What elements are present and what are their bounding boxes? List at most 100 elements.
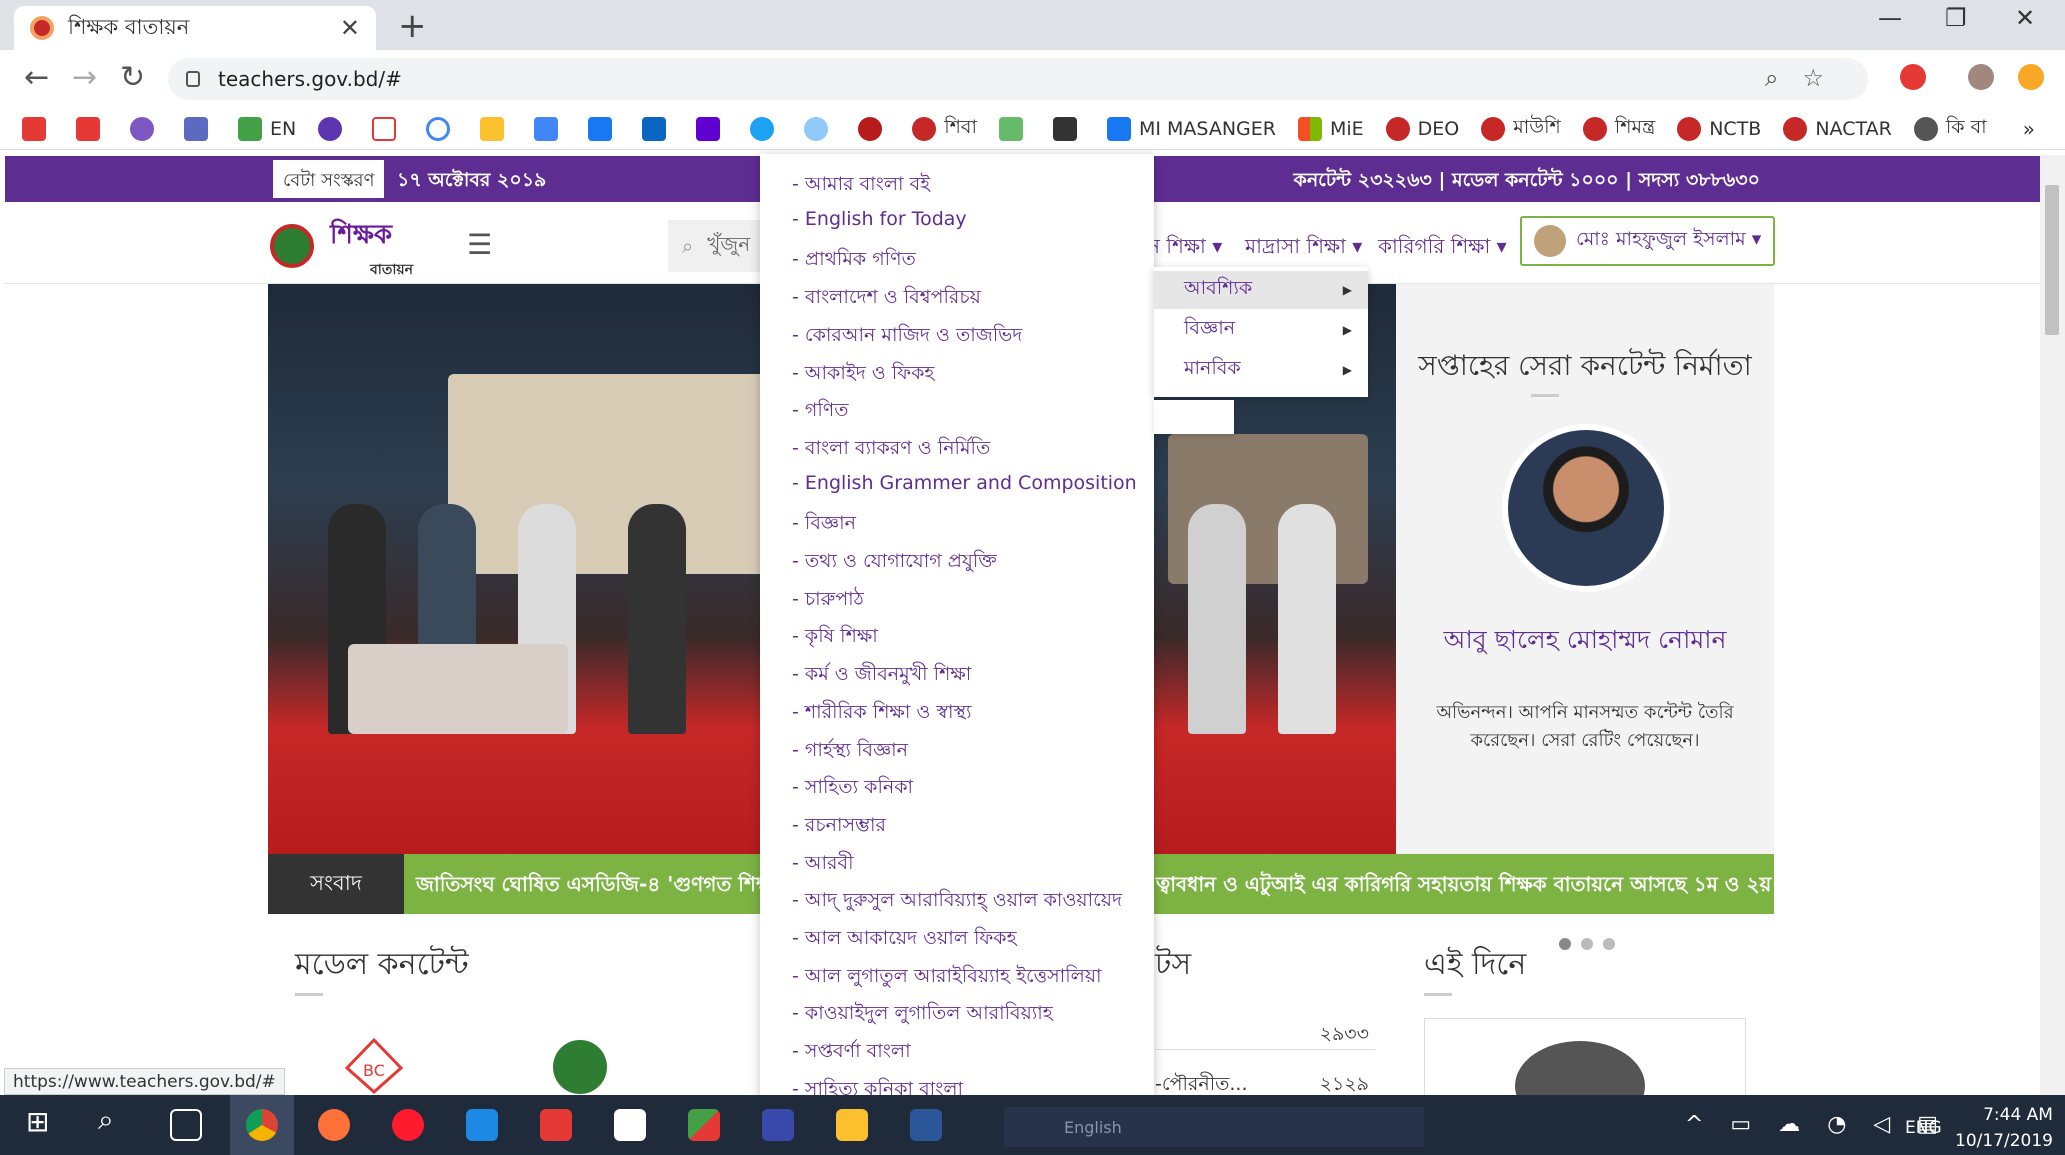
dropdown-item[interactable]: - কৃষি শিক্ষা [792,622,878,654]
submenu-item-compulsory[interactable]: আবশ্যিক ▶ [1154,271,1368,309]
file-explorer-icon[interactable] [836,1109,868,1141]
store-icon[interactable] [614,1109,646,1141]
dropdown-item[interactable]: - আল লুগাতুল আরাইবিয়্যাহ ইত্তেসালিয়া [792,962,1102,994]
bookmark-globe[interactable] [130,116,162,141]
nav-madrasa-education[interactable]: মাদ্রাসা শিক্ষা ▾ [1245,232,1362,265]
dropdown-item[interactable]: - আল আকায়েদ ওয়াল ফিকহ [792,924,1017,956]
bookmark-link[interactable] [804,116,836,141]
restore-icon[interactable]: ❐ [1945,4,1967,32]
dropdown-item[interactable]: - সপ্তবর্ণা বাংলা [792,1037,911,1069]
bookmark-app[interactable] [184,116,216,141]
submenu-item-science[interactable]: বিজ্ঞান ▶ [1154,311,1368,349]
sync-app-icon[interactable] [466,1109,498,1141]
carousel-dot[interactable] [1603,938,1615,950]
new-tab-button[interactable]: + [398,6,427,46]
scrollbar-thumb[interactable] [2045,185,2059,335]
dropdown-item[interactable]: - বাংলাদেশ ও বিশ্বপরিচয় [792,283,981,315]
anydesk-icon[interactable] [540,1109,572,1141]
this-day-image[interactable] [1424,1018,1746,1095]
forward-icon[interactable]: → [72,60,97,95]
back-icon[interactable]: ← [24,60,49,95]
bookmark-translate[interactable] [534,116,566,141]
bookmark-mie[interactable]: MiE [1297,116,1364,141]
submenu-item-humanities[interactable]: মানবিক ▶ [1154,351,1368,389]
dropdown-item[interactable]: - আকাইদ ও ফিকহ [792,359,934,391]
firefox-icon[interactable] [318,1109,350,1141]
bookmark-drive[interactable] [480,116,512,141]
bookmark-twitter[interactable] [750,116,782,141]
news-headline-2[interactable]: ত্বাবধান ও এটুআই এর কারিগরি সহায়তায় শি… [1156,870,1774,903]
dropdown-item[interactable]: - কর্ম ও জীবনমুখী শিক্ষা [792,660,971,692]
dropdown-item[interactable]: - English for Today [792,208,967,230]
dropdown-item[interactable]: - সাহিত্য কনিকা বাংলা [792,1075,963,1095]
bookmark-apps[interactable] [1052,116,1085,141]
dropdown-item[interactable]: - তথ্য ও যোগাযোগ প্রযুক্তি [792,547,997,579]
page-scrollbar[interactable] [2040,155,2065,1095]
dropdown-item[interactable]: - আরবী [792,849,854,881]
dropdown-item[interactable]: - English Grammer and Composition [792,472,1137,494]
close-window-icon[interactable]: ✕ [2015,4,2035,32]
chrome-icon[interactable] [246,1109,278,1141]
bookmark-deo[interactable]: DEO [1385,116,1459,141]
bookmark-star-icon[interactable]: ☆ [1802,64,1848,92]
bookmark-yahoo[interactable] [696,116,728,141]
taskbar-clock[interactable]: 7:44 AM 10/17/2019 [1955,1102,2053,1154]
nav-technical-education[interactable]: কারিগরি শিক্ষা ▾ [1378,232,1507,265]
nav-general-education[interactable]: ন শিক্ষা ▾ [1148,232,1222,265]
bookmark-linkedin[interactable] [642,116,674,141]
update-alert-icon[interactable] [2018,64,2044,90]
notice-row[interactable]: ২৯৩৩ [1155,1012,1375,1050]
bookmark-nactar[interactable]: NACTAR [1783,116,1892,141]
address-bar[interactable]: teachers.gov.bd/# ⌕☆ [168,58,1868,100]
bookmark-nctb[interactable]: NCTB [1677,116,1761,141]
abc-icon[interactable]: BC [344,1037,404,1095]
dropdown-item[interactable]: - আমার বাংলা বই [792,170,930,202]
carousel-dot[interactable] [1559,938,1571,950]
word-icon[interactable] [910,1109,942,1141]
bookmark-facebook[interactable] [588,116,620,141]
bookmark-shield[interactable] [858,116,890,141]
reload-icon[interactable]: ↻ [120,60,145,95]
language-bar[interactable]: English [1004,1107,1424,1147]
dropdown-item[interactable]: - বাংলা ব্যাকরণ ও নির্মিতি [792,434,990,466]
dropdown-item[interactable]: - রচনাসম্ভার [792,811,886,843]
task-view-icon[interactable] [170,1109,202,1141]
globe-icon[interactable] [553,1040,607,1094]
close-tab-icon[interactable]: ✕ [340,14,360,42]
dropdown-item[interactable]: - কাওয়াইদুল লুগাতিল আরাবিয়্যাহ [792,999,1053,1031]
dropdown-item[interactable]: - কোরআন মাজিদ ও তাজভিদ [792,321,1022,353]
bookmark-gmail[interactable] [372,116,404,141]
notice-row[interactable]: -পৌরনীত... ২১২৯ [1155,1062,1375,1095]
creator-name[interactable]: আবু ছালেহ মোহাম্মদ নোমান [1436,624,1734,656]
site-logo[interactable]: শিক্ষক বাতায়ন [330,214,413,282]
profile-avatar-icon[interactable] [1968,64,1994,90]
browser-tab[interactable]: শিক্ষক বাতায়ন ✕ [14,6,376,50]
bookmark-mi-masanger[interactable]: MI MASANGER [1106,116,1276,141]
bookmark-youtube[interactable] [22,116,54,141]
bookmark-pen[interactable] [998,116,1031,141]
dropdown-item[interactable]: - প্রাথমিক গণিত [792,245,916,277]
dropdown-item[interactable]: - গার্হস্থ্য বিজ্ঞান [792,736,908,768]
search-icon[interactable]: ⌕ [98,1103,130,1136]
bookmark-shimontro[interactable]: শিমন্ত্র [1582,113,1655,145]
zoom-icon[interactable]: ⌕ [1765,64,1802,92]
dropdown-item[interactable]: - বিজ্ঞান [792,509,856,541]
dropdown-item[interactable]: - সাহিত্য কনিকা [792,773,913,805]
minimize-icon[interactable]: — [1878,4,1902,32]
bookmark-en[interactable]: EN [238,116,296,141]
news-headline[interactable]: জাতিসংঘ ঘোষিত এসডিজি-৪ 'গুণগত শিক্ষা' [416,870,784,903]
bookmark-youtube-2[interactable] [76,116,108,141]
opera-icon[interactable] [392,1109,424,1141]
extension-icon[interactable] [1900,64,1926,90]
bookmark-shiba[interactable]: শিবা [912,113,977,145]
bangla-app-icon[interactable] [688,1109,720,1141]
menu-hamburger-icon[interactable]: ☰ [467,228,492,261]
user-menu-button[interactable]: মোঃ মাহফুজুল ইসলাম ▾ [1520,216,1775,266]
bookmark-google[interactable] [426,116,458,141]
bookmark-site[interactable] [318,116,350,141]
dropdown-item[interactable]: - গণিত [792,396,849,428]
input-language[interactable]: ENG [1905,1118,1942,1138]
search-input[interactable]: ⌕ খুঁজুন [668,220,768,272]
dropdown-item[interactable]: - আদ্ দুরুসুল আরাবিয়্যাহ্ ওয়াল কাওয়ায… [792,886,1122,918]
windows-start-icon[interactable]: ⊞ [26,1105,58,1138]
